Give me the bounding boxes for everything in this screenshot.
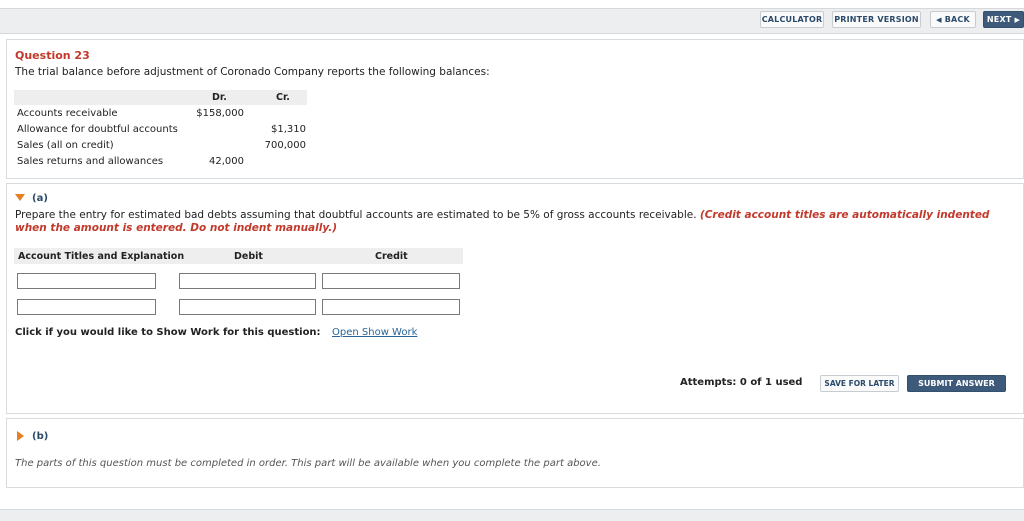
calculator-button[interactable]: CALCULATOR [760,11,824,28]
account-title-input[interactable] [17,273,156,289]
open-show-work-link[interactable]: Open Show Work [332,327,417,338]
part-b-label[interactable]: (b) [32,431,48,442]
trial-balance-row-label: Sales returns and allowances [17,156,164,167]
chevron-right-icon: ▶ [1014,15,1021,24]
trial-balance-row-label: Allowance for doubtful accounts [17,124,178,135]
part-b-note: The parts of this question must be compl… [15,458,601,469]
trial-balance-row-dr: 42,000 [209,156,244,167]
bottom-bar [0,509,1024,521]
back-button[interactable]: ◀ BACK [930,11,976,28]
printer-version-button[interactable]: PRINTER VERSION [832,11,921,28]
credit-column-header: Credit [375,251,408,262]
debit-input[interactable] [179,273,316,289]
next-button[interactable]: NEXT ▶ [983,11,1024,28]
question-title: Question 23 [15,49,90,62]
next-label: NEXT [986,15,1012,24]
printer-version-label: PRINTER VERSION [834,15,919,24]
trial-balance-row-cr: 700,000 [264,140,306,151]
part-b-panel [6,418,1024,488]
back-label: BACK [944,15,970,24]
trial-balance-header [14,90,307,105]
account-column-header: Account Titles and Explanation [18,251,185,262]
trial-balance-dr-header: Dr. [212,92,227,103]
debit-column-header: Debit [234,251,263,262]
instruction-text: Prepare the entry for estimated bad debt… [15,209,697,221]
show-work-prompt: Click if you would like to Show Work for… [15,327,321,338]
part-a-instruction: Prepare the entry for estimated bad debt… [15,209,1010,235]
calculator-label: CALCULATOR [761,15,823,24]
trial-balance-row-cr: $1,310 [271,124,306,135]
credit-input[interactable] [322,299,460,315]
submit-answer-label: SUBMIT ANSWER [918,379,995,388]
chevron-left-icon: ◀ [936,15,942,24]
save-for-later-button[interactable]: SAVE FOR LATER [820,375,899,392]
caret-down-icon[interactable] [15,194,25,201]
question-text: The trial balance before adjustment of C… [15,66,490,78]
part-a-label[interactable]: (a) [32,193,48,204]
trial-balance-row-dr: $158,000 [196,108,244,119]
trial-balance-row-label: Accounts receivable [17,108,118,119]
trial-balance-cr-header: Cr. [276,92,290,103]
account-title-input[interactable] [17,299,156,315]
attempts-counter: Attempts: 0 of 1 used [680,377,803,388]
debit-input[interactable] [179,299,316,315]
credit-input[interactable] [322,273,460,289]
save-for-later-label: SAVE FOR LATER [824,379,895,388]
submit-answer-button[interactable]: SUBMIT ANSWER [907,375,1006,392]
caret-right-icon[interactable] [17,431,24,441]
trial-balance-row-label: Sales (all on credit) [17,140,114,151]
